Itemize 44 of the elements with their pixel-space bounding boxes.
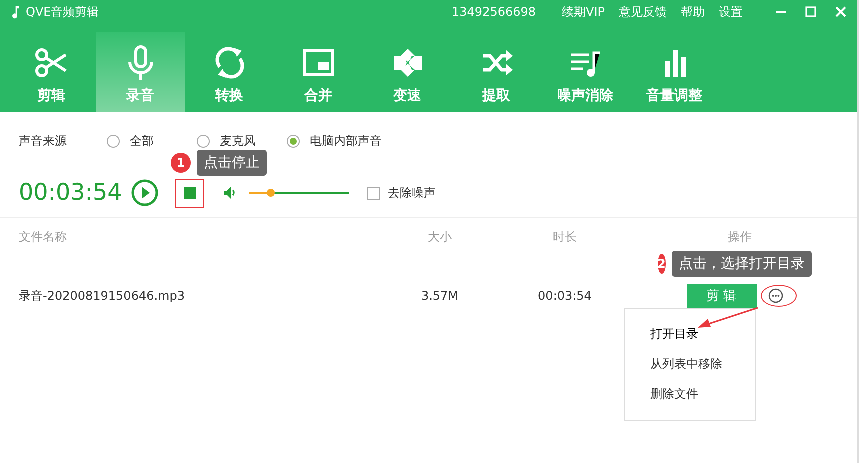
tool-tab[interactable]: 转换 — [185, 32, 274, 112]
menu-item[interactable]: 从列表中移除 — [624, 349, 754, 379]
tool-tab[interactable]: 音量调整 — [630, 32, 719, 112]
highlight-frame — [175, 178, 204, 208]
tooltip: 点击停止 — [197, 150, 267, 176]
source-radio[interactable]: 麦克风 — [197, 132, 287, 150]
file-name: 录音-20200819150646.mp3 — [18, 288, 186, 304]
menu-item[interactable]: 删除文件 — [624, 379, 754, 409]
tool-tab[interactable]: 噪声消除 — [541, 32, 630, 112]
source-label: 声音来源 — [19, 132, 68, 150]
highlight-ellipse — [760, 285, 796, 307]
speaker-icon — [223, 186, 237, 200]
header-link[interactable]: 续期VIP — [562, 4, 605, 20]
menu-item[interactable]: 打开目录 — [624, 319, 754, 349]
maximize-icon[interactable] — [805, 6, 817, 18]
tool-tab[interactable]: 变速 — [363, 32, 452, 112]
column-header: 大小 — [427, 228, 453, 246]
source-radio[interactable]: 全部 — [107, 132, 197, 150]
tool-tab[interactable]: 提取 — [452, 32, 541, 112]
tool-tab[interactable]: 录音 — [96, 32, 185, 112]
column-header: 操作 — [727, 228, 753, 246]
denoise-checkbox[interactable]: 去除噪声 — [367, 184, 436, 202]
edit-button[interactable]: 剪 辑 — [686, 284, 756, 308]
header-link[interactable]: 设置 — [719, 4, 743, 20]
tool-tab[interactable]: 剪辑 — [7, 32, 96, 112]
music-note-icon — [10, 5, 20, 19]
header-link[interactable]: 帮助 — [681, 4, 705, 20]
account-phone: 13492566698 — [452, 5, 536, 19]
file-size: 3.57M — [420, 289, 460, 303]
step-badge: 1 — [171, 152, 191, 172]
recording-time: 00:03:54 — [19, 180, 124, 206]
source-radio[interactable]: 电脑内部声音 — [287, 132, 382, 150]
step-badge: 2 — [658, 254, 666, 274]
header-link[interactable]: 意见反馈 — [619, 4, 667, 20]
window-title: QVE音频剪辑 — [26, 4, 100, 20]
column-header: 文件名称 — [18, 228, 68, 246]
play-icon[interactable] — [131, 179, 159, 207]
more-icon[interactable] — [768, 288, 784, 304]
tooltip: 点击，选择打开目录 — [672, 251, 812, 277]
column-header: 时长 — [552, 228, 578, 246]
close-icon[interactable] — [835, 6, 847, 18]
tool-tab[interactable]: 合并 — [274, 32, 363, 112]
stop-icon[interactable] — [184, 187, 196, 199]
file-duration: 00:03:54 — [537, 289, 593, 303]
